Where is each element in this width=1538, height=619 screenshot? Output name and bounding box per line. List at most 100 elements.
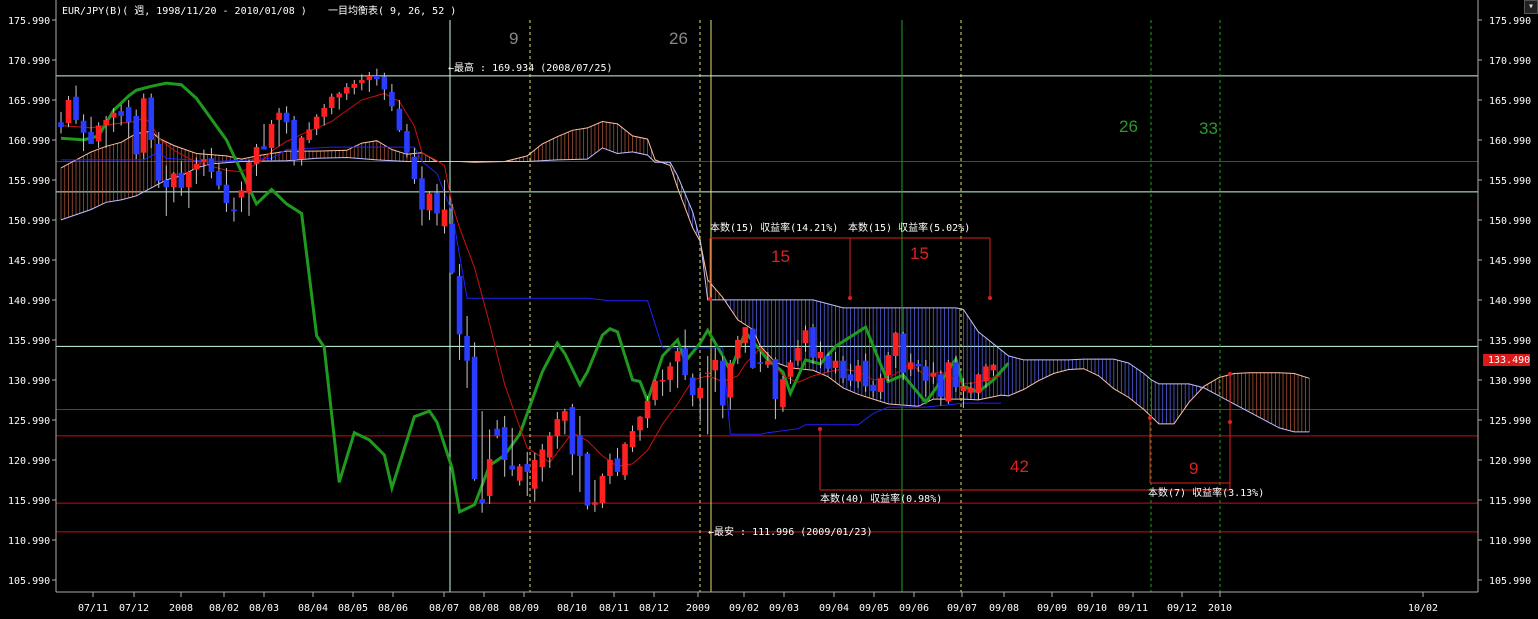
y-tick-label-left: 165.990 bbox=[8, 96, 50, 107]
candle-up bbox=[659, 379, 666, 382]
candle-down bbox=[73, 96, 79, 120]
x-tick-label: 09/09 bbox=[1037, 603, 1067, 614]
candle-up bbox=[599, 475, 606, 504]
candle-down bbox=[614, 458, 621, 472]
candle-up bbox=[592, 502, 598, 505]
candle-down bbox=[148, 97, 155, 140]
candle-up bbox=[765, 360, 771, 365]
candle-down bbox=[501, 427, 508, 460]
candle-up bbox=[817, 351, 824, 359]
candle-up bbox=[268, 123, 275, 148]
x-tick-label: 08/07 bbox=[429, 603, 459, 614]
candle-up bbox=[667, 366, 673, 380]
candle-down bbox=[381, 76, 388, 90]
candle-up bbox=[968, 387, 974, 393]
y-tick-label-right: 135.990 bbox=[1489, 336, 1531, 347]
candle-down bbox=[689, 377, 696, 396]
x-tick-label: 08/04 bbox=[298, 603, 328, 614]
candle-down bbox=[118, 111, 124, 116]
annotation-dot bbox=[1228, 372, 1232, 376]
x-tick-label: 09/11 bbox=[1118, 603, 1148, 614]
candle-up bbox=[359, 79, 365, 84]
x-tick-label: 08/02 bbox=[209, 603, 239, 614]
candle-down bbox=[231, 209, 237, 212]
candle-up bbox=[486, 459, 493, 496]
bracket4-count: 9 bbox=[1189, 459, 1198, 478]
y-tick-label-right: 170.990 bbox=[1489, 56, 1531, 67]
candle-down bbox=[953, 362, 959, 388]
candle-down bbox=[862, 360, 869, 387]
candle-up bbox=[298, 137, 305, 160]
y-tick-label-right: 120.990 bbox=[1489, 456, 1531, 467]
y-tick-label-right: 155.990 bbox=[1489, 176, 1531, 187]
y-tick-label-right: 140.990 bbox=[1489, 296, 1531, 307]
y-tick-label-left: 135.990 bbox=[8, 336, 50, 347]
candle-up bbox=[780, 379, 786, 408]
bracket1-count: 15 bbox=[771, 247, 790, 266]
candle-up bbox=[607, 459, 613, 476]
candle-down bbox=[577, 435, 583, 456]
candle-down bbox=[404, 131, 410, 153]
y-tick-label-left: 175.990 bbox=[8, 16, 50, 27]
candle-down bbox=[825, 355, 831, 369]
bracket3-label: 本数(40) 収益率(0.98%) bbox=[820, 492, 942, 505]
candle-down bbox=[900, 333, 907, 373]
candle-up bbox=[885, 355, 891, 376]
candle-up bbox=[306, 129, 312, 140]
candle-up bbox=[328, 96, 335, 108]
annotation-dot bbox=[988, 296, 992, 300]
candle-up bbox=[622, 443, 628, 476]
y-tick-label-left: 140.990 bbox=[8, 296, 50, 307]
collapse-arrow-icon[interactable]: ▾ bbox=[1524, 0, 1538, 14]
x-tick-label: 08/10 bbox=[557, 603, 587, 614]
low-marker: ←最安 : 111.996 (2009/01/23) bbox=[708, 525, 873, 538]
candle-down bbox=[870, 384, 876, 392]
y-tick-label-right: 145.990 bbox=[1489, 256, 1531, 267]
candle-up bbox=[742, 327, 749, 344]
candle-down bbox=[125, 107, 132, 123]
annotation-dot bbox=[1228, 420, 1232, 424]
x-tick-label: 09/02 bbox=[729, 603, 759, 614]
candle-up bbox=[787, 362, 794, 377]
candle-down bbox=[509, 465, 515, 470]
candle-down bbox=[133, 115, 139, 155]
y-tick-label-left: 105.990 bbox=[8, 576, 50, 587]
candle-down bbox=[682, 348, 688, 376]
y-tick-label-left: 130.990 bbox=[8, 376, 50, 387]
candle-up bbox=[975, 374, 982, 393]
y-tick-label-right: 115.990 bbox=[1489, 496, 1531, 507]
x-tick-label: 08/09 bbox=[509, 603, 539, 614]
candle-down bbox=[411, 156, 418, 180]
candle-up bbox=[735, 339, 741, 359]
candle-down bbox=[389, 91, 395, 107]
candle-up bbox=[366, 75, 373, 80]
candle-down bbox=[923, 366, 929, 381]
y-tick-label-right: 150.990 bbox=[1489, 216, 1531, 227]
ichimoku-chart[interactable]: 175.990 175.990 170.990 170.990 165.990 165.9… bbox=[0, 0, 1538, 619]
candle-down bbox=[88, 131, 94, 144]
candle-down bbox=[163, 179, 170, 188]
candle-up bbox=[945, 362, 952, 402]
candle-down bbox=[840, 360, 846, 379]
y-tick-label-left: 155.990 bbox=[8, 176, 50, 187]
count-26-top: 26 bbox=[669, 29, 688, 48]
candle-up bbox=[983, 366, 989, 382]
candle-down bbox=[750, 328, 756, 368]
candle-up bbox=[186, 171, 192, 188]
candle-up bbox=[562, 411, 568, 421]
x-tick-label: 2009 bbox=[686, 603, 710, 614]
candle-down bbox=[584, 453, 591, 506]
y-tick-label-right: 160.990 bbox=[1489, 136, 1531, 147]
candle-up bbox=[960, 386, 967, 392]
candle-up bbox=[990, 364, 997, 371]
bracket3-count: 42 bbox=[1010, 457, 1029, 476]
candle-up bbox=[193, 163, 200, 170]
candle-down bbox=[479, 499, 485, 504]
x-tick-label: 10/02 bbox=[1408, 603, 1438, 614]
candle-up bbox=[238, 190, 245, 198]
candle-up bbox=[629, 431, 636, 448]
annotation-dot bbox=[1148, 416, 1152, 420]
count-33-green: 33 bbox=[1199, 119, 1218, 138]
candle-up bbox=[313, 116, 320, 129]
candle-down bbox=[396, 108, 403, 131]
